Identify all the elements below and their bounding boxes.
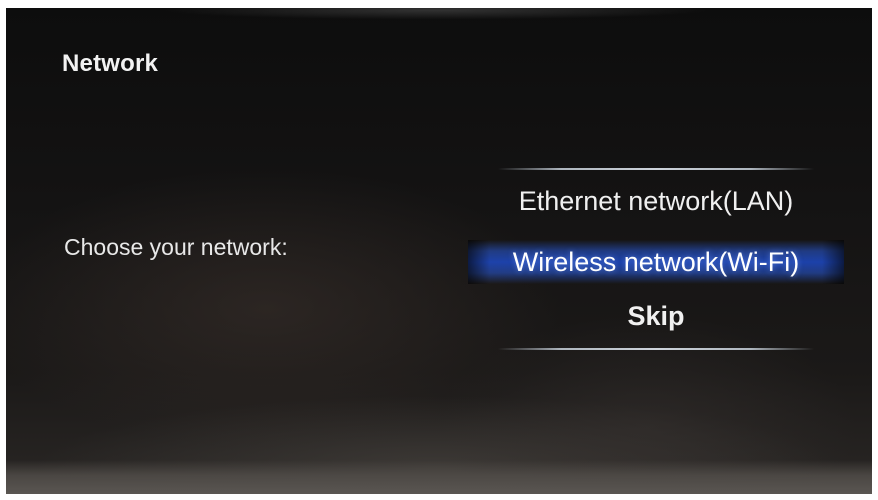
menu-divider-bottom (498, 348, 814, 350)
menu-divider-top (498, 168, 814, 170)
menu-item-label: Skip (627, 301, 685, 331)
menu-item-label: Ethernet network(LAN) (518, 186, 794, 216)
menu-item-skip[interactable]: Skip (468, 301, 844, 332)
highlight-fade-right (822, 240, 844, 284)
highlight-fade-left (468, 240, 490, 284)
photo-frame: Network Choose your network: Ethernet ne… (0, 0, 878, 500)
menu-item-wifi-selected[interactable]: Wireless network(Wi-Fi) (468, 240, 844, 284)
network-prompt-label: Choose your network: (64, 234, 288, 260)
menu-item-label: Wireless network(Wi-Fi) (512, 247, 800, 277)
screen-bottom-reflection (6, 460, 872, 494)
screen-glare (86, 8, 786, 38)
network-options-menu: Ethernet network(LAN) Wireless network(W… (468, 168, 844, 358)
tv-screen: Network Choose your network: Ethernet ne… (6, 8, 872, 494)
menu-item-ethernet[interactable]: Ethernet network(LAN) (468, 186, 844, 217)
page-title: Network (62, 50, 159, 77)
